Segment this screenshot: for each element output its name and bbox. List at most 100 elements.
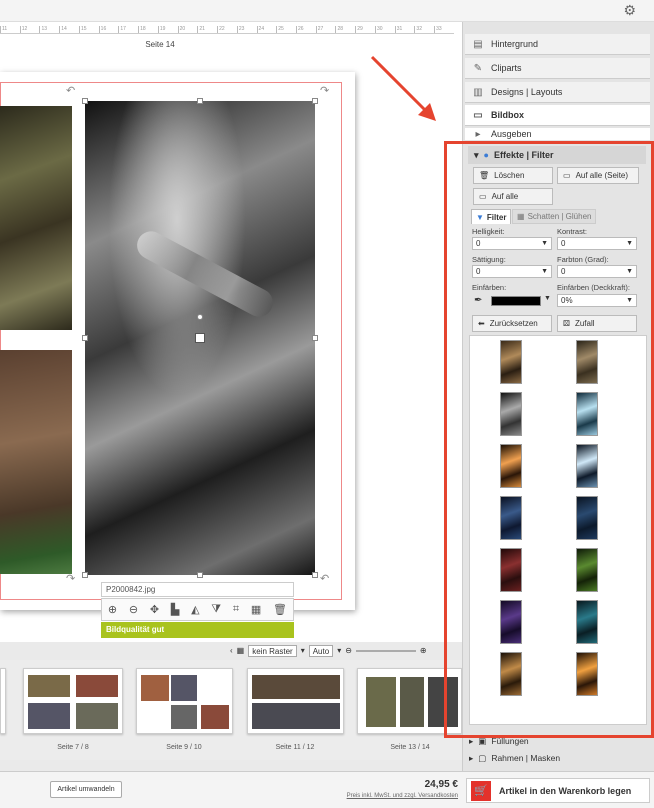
add-to-cart-button[interactable]: 🛒 Artikel in den Warenkorb legen — [466, 778, 650, 803]
section-label: Designs | Layouts — [491, 87, 563, 97]
ruler-tick: 23 — [236, 26, 257, 33]
cart-icon: 🛒 — [471, 780, 491, 801]
photo-moss[interactable] — [0, 106, 72, 330]
section-bildbox[interactable]: ▭ Bildbox — [465, 105, 650, 126]
chevron-right-icon: ▸ — [475, 128, 481, 140]
ruler-tick: 25 — [276, 26, 296, 33]
ruler-tick: 27 — [315, 26, 336, 33]
ruler-tick: 33 — [434, 26, 454, 33]
page-thumbnail-label: Seite 13 / 14 — [390, 744, 430, 751]
flip-vertical-icon[interactable]: ⧩ — [211, 603, 221, 616]
image-quality-badge: Bildqualität gut — [101, 622, 294, 638]
chevron-down-icon[interactable]: ▾ — [337, 646, 341, 655]
page-thumbnail-label: Seite 7 / 8 — [57, 744, 89, 751]
page-thumbnail[interactable] — [247, 668, 344, 734]
resize-handle[interactable] — [82, 335, 88, 341]
page-title: Seite 14 — [145, 40, 175, 49]
ruler-tick: 14 — [59, 26, 79, 33]
ruler-tick: 18 — [138, 26, 158, 33]
resize-handle[interactable] — [312, 335, 318, 341]
replace-image-icon[interactable]: ▙ — [171, 603, 179, 616]
resize-handle[interactable] — [312, 572, 318, 578]
photo-bark[interactable] — [0, 350, 72, 574]
delete-icon[interactable]: 🗑 — [273, 603, 287, 616]
price: 24,95 € — [424, 779, 458, 790]
gear-icon[interactable]: ⚙ — [623, 2, 636, 19]
ruler-tick: 28 — [335, 26, 355, 33]
ruler-tick: 16 — [98, 26, 119, 33]
ruler-tick: 29 — [355, 26, 375, 33]
resize-handle[interactable] — [312, 98, 318, 104]
resize-handle[interactable] — [197, 98, 203, 104]
rotate-corner-icon[interactable]: ↷ — [320, 84, 329, 97]
ruler-tick: 15 — [78, 26, 99, 33]
section-label: Rahmen | Masken — [491, 753, 561, 763]
chevron-left-icon[interactable]: ‹ — [230, 646, 233, 655]
zoom-slider[interactable] — [355, 649, 416, 652]
convert-article-button[interactable]: Artikel umwandeln — [50, 781, 122, 798]
top-bar — [0, 0, 654, 22]
zoom-in-icon[interactable]: ⊕ — [420, 646, 427, 655]
ruler-tick: 30 — [374, 26, 395, 33]
page-thumbnail-label: Seite 9 / 10 — [166, 744, 202, 751]
rotate-handle[interactable] — [197, 314, 203, 320]
crop-icon[interactable]: ⌗ — [233, 603, 239, 616]
ruler-tick: 11 — [0, 26, 20, 33]
image-toolbar: ⊕ ⊖ ✥ ▙ ◭ ⧩ ⌗ ▦ 🗑 — [101, 598, 294, 621]
rotate-corner-icon[interactable]: ↶ — [320, 572, 329, 585]
page-thumbnail[interactable] — [0, 668, 6, 734]
section-fills[interactable]: ▸ ▣ Füllungen — [469, 734, 529, 748]
section-background[interactable]: ▤ Hintergrund — [465, 34, 650, 55]
zoom-select[interactable]: Auto — [308, 644, 334, 657]
chevron-down-icon[interactable]: ▾ — [301, 646, 305, 655]
red-arrow-annotation — [370, 55, 436, 121]
grid-icon[interactable]: ▦ — [237, 646, 245, 655]
clipart-icon: ✎ — [473, 62, 483, 74]
add-to-cart-label: Artikel in den Warenkorb legen — [499, 785, 632, 796]
zoom-out-icon[interactable]: ⊖ — [345, 646, 352, 655]
section-label: Cliparts — [491, 63, 522, 73]
raster-select[interactable]: kein Raster — [248, 644, 297, 657]
zoom-in-icon[interactable]: ⊕ — [108, 603, 117, 616]
ruler-tick: 13 — [39, 26, 59, 33]
resize-handle[interactable] — [197, 572, 203, 578]
frame-icon: ▭ — [473, 109, 483, 121]
ruler-tick: 32 — [414, 26, 434, 33]
section-label: Ausgeben — [491, 129, 532, 139]
resize-handle[interactable] — [82, 572, 88, 578]
section-label: Hintergrund — [491, 39, 539, 49]
ruler-tick: 17 — [118, 26, 138, 33]
resize-handle[interactable] — [82, 98, 88, 104]
section-label: Füllungen — [491, 736, 529, 746]
section-label: Bildbox — [491, 110, 524, 120]
image-filename: P2000842.jpg — [101, 582, 294, 597]
zoom-out-icon[interactable]: ⊖ — [129, 603, 138, 616]
page-thumbnail-label: Seite 11 / 12 — [275, 744, 315, 751]
layout-icon: ▥ — [473, 86, 483, 98]
ruler-tick: 22 — [217, 26, 237, 33]
chevron-right-icon: ▸ — [469, 735, 474, 746]
ruler-tick: 31 — [394, 26, 415, 33]
section-frames[interactable]: ▸ ▢ Rahmen | Masken — [469, 751, 560, 765]
fill-icon: ▣ — [478, 735, 487, 746]
ruler-tick: 20 — [177, 26, 198, 33]
section-cliparts[interactable]: ✎ Cliparts — [465, 58, 650, 79]
pivot-icon[interactable] — [195, 333, 205, 343]
rotate-corner-icon[interactable]: ↶ — [66, 84, 75, 97]
ruler-tick: 24 — [256, 26, 277, 33]
move-icon[interactable]: ✥ — [150, 603, 159, 616]
rotate-corner-icon[interactable]: ↷ — [66, 572, 75, 585]
frame-mask-icon: ▢ — [478, 752, 487, 763]
section-designs[interactable]: ▥ Designs | Layouts — [465, 82, 650, 103]
highlight-annotation — [444, 141, 654, 738]
chevron-right-icon: ▸ — [469, 752, 474, 763]
ruler-tick: 19 — [157, 26, 178, 33]
flip-horizontal-icon[interactable]: ◭ — [191, 603, 199, 616]
effects-icon[interactable]: ▦ — [251, 603, 261, 616]
page-thumbnail[interactable] — [23, 668, 123, 734]
section-output[interactable]: ▸ Ausgeben — [465, 128, 650, 140]
price-note-link[interactable]: Preis inkl. MwSt. und zzgl. Versandkoste… — [300, 793, 458, 799]
ruler-tick: 12 — [19, 26, 40, 33]
page-thumbnail[interactable] — [136, 668, 233, 734]
background-icon: ▤ — [473, 38, 483, 50]
